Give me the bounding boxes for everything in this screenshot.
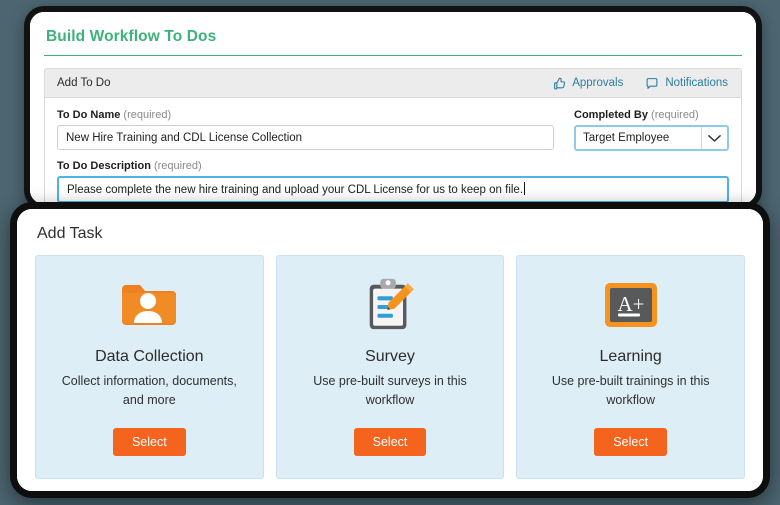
thumbs-up-icon [553,77,566,90]
add-todo-card: Add To Do Approvals Notifications To Do … [44,68,742,204]
add-task-modal-body: Add Task Data Collection Collect informa… [17,209,763,491]
task-card-description: Use pre-built surveys in this workflow [313,374,467,408]
todo-name-label: To Do Name (required) [57,109,554,121]
page-title: Build Workflow To Dos [46,28,217,45]
select-button-learning[interactable]: Select [594,428,668,456]
completed-by-field-group: Completed By (required) Target Employee [574,109,729,151]
add-task-modal: Add Task Data Collection Collect informa… [10,202,770,498]
task-card-data-collection[interactable]: Data Collection Collect information, doc… [35,255,264,479]
todo-description-field-group: To Do Description (required) [57,160,729,203]
todo-description-required-tag: (required) [153,160,202,172]
todo-description-input-wrap [57,176,729,203]
task-card-title: Survey [365,348,415,365]
svg-text:A+: A+ [617,292,644,316]
notifications-label: Notifications [665,77,728,89]
card-header-actions: Approvals Notifications [553,77,728,90]
title-divider [44,55,742,56]
task-type-card-list: Data Collection Collect information, doc… [35,255,746,479]
todo-description-label: To Do Description (required) [57,160,729,172]
form-row-top: To Do Name (required) Completed By (requ… [57,109,729,151]
completed-by-required-tag: (required) [651,109,699,121]
select-button-survey[interactable]: Select [353,428,427,456]
select-button-data-collection[interactable]: Select [112,428,186,456]
completed-by-label: Completed By (required) [574,109,729,121]
approvals-button[interactable]: Approvals [553,77,623,90]
todo-description-input[interactable] [57,176,729,203]
task-card-learning[interactable]: A+ Learning Use pre-built trainings in t… [516,255,746,479]
add-todo-form: To Do Name (required) Completed By (requ… [45,98,741,203]
todo-name-field-group: To Do Name (required) [57,109,554,150]
task-card-survey[interactable]: Survey Use pre-built surveys in this wor… [275,255,505,479]
todo-name-required-tag: (required) [123,109,172,121]
todo-name-input[interactable] [57,125,554,150]
add-task-title: Add Task [37,225,103,242]
folder-person-icon [120,274,178,336]
task-card-description: Use pre-built trainings in this workflow [551,374,710,408]
notifications-button[interactable]: Notifications [645,77,728,90]
task-card-title: Learning [599,348,662,365]
chalkboard-aplus-icon: A+ [603,274,659,336]
completed-by-select[interactable]: Target Employee [574,125,729,151]
chevron-down-icon[interactable] [701,127,727,149]
todo-name-label-text: To Do Name [57,109,121,121]
completed-by-selected-value: Target Employee [583,132,670,144]
task-card-description: Collect information, documents, and more [61,374,237,408]
build-workflow-panel: Build Workflow To Dos Add To Do Approval… [24,6,762,210]
speech-bubble-icon [645,77,659,90]
approvals-label: Approvals [572,77,624,89]
text-cursor [524,182,526,195]
clipboard-pencil-icon [363,274,417,336]
add-todo-card-header: Add To Do Approvals Notifications [45,69,741,98]
task-card-title: Data Collection [95,348,204,365]
completed-by-label-text: Completed By [574,109,648,121]
build-workflow-panel-inner: Build Workflow To Dos Add To Do Approval… [30,12,756,204]
add-todo-header-label: Add To Do [57,77,111,89]
todo-description-label-text: To Do Description [57,160,151,172]
